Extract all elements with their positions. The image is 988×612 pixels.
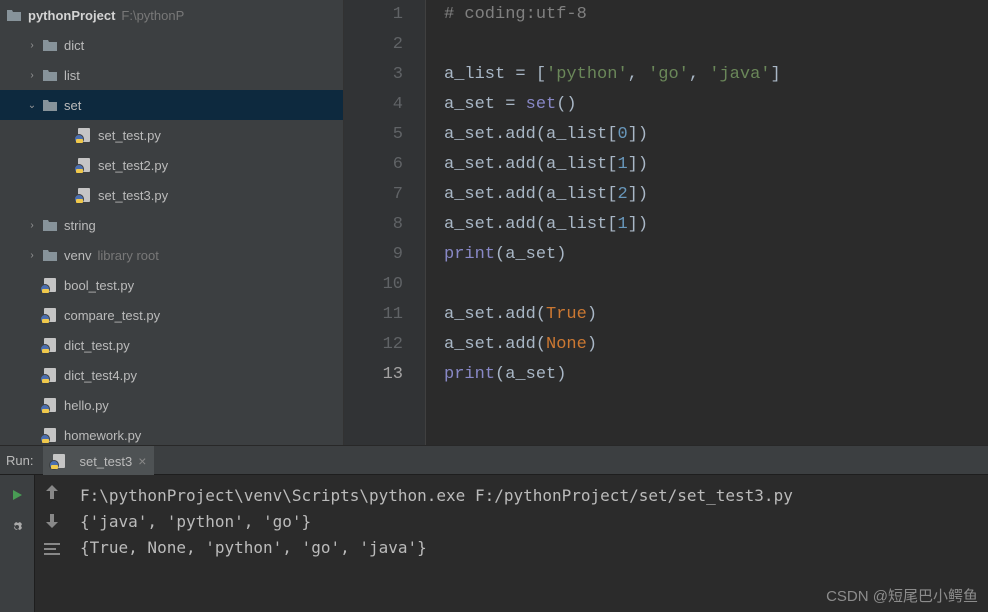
python-file-icon — [42, 397, 58, 413]
run-tab[interactable]: set_test3 × — [43, 446, 154, 475]
code-line[interactable]: a_list = ['python', 'go', 'java'] — [444, 60, 781, 90]
project-tree[interactable]: pythonProject F:\pythonP › dict › list ⌄ set s… — [0, 0, 344, 445]
line-number: 10 — [344, 270, 403, 300]
tree-item-label: venv — [64, 248, 91, 263]
python-file-icon — [76, 127, 92, 143]
run-toolbar-left — [0, 475, 34, 612]
project-path: F:\pythonP — [121, 8, 184, 23]
scroll-down-button[interactable] — [46, 514, 58, 531]
project-name: pythonProject — [28, 8, 115, 23]
folder-icon — [42, 217, 58, 233]
line-number: 8 — [344, 210, 403, 240]
code-line[interactable]: print(a_set) — [444, 240, 781, 270]
chevron-right-icon[interactable]: › — [24, 67, 40, 83]
tree-item-label: dict — [64, 38, 84, 53]
folder-icon — [42, 37, 58, 53]
python-file-icon — [42, 277, 58, 293]
python-file-icon — [42, 367, 58, 383]
chevron-right-icon[interactable]: › — [24, 37, 40, 53]
code-line[interactable]: a_set.add(a_list[1]) — [444, 150, 781, 180]
run-label: Run: — [0, 453, 43, 468]
code-line[interactable]: print(a_set) — [444, 360, 781, 390]
line-number: 4 — [344, 90, 403, 120]
tree-file[interactable]: homework.py — [0, 420, 343, 445]
folder-icon — [6, 7, 22, 23]
run-tabs: Run: set_test3 × — [0, 446, 988, 475]
rerun-button[interactable] — [7, 485, 27, 505]
line-number: 9 — [344, 240, 403, 270]
tree-folder[interactable]: › venv library root — [0, 240, 343, 270]
chevron-down-icon[interactable]: ⌄ — [24, 97, 40, 113]
tree-item-label: dict_test.py — [64, 338, 130, 353]
tree-file[interactable]: compare_test.py — [0, 300, 343, 330]
tree-item-label: string — [64, 218, 96, 233]
line-number: 3 — [344, 60, 403, 90]
console-line: {'java', 'python', 'go'} — [80, 509, 976, 535]
line-number: 11 — [344, 300, 403, 330]
code-line[interactable]: # coding:utf-8 — [444, 0, 781, 30]
gutter: 12345678910111213 — [344, 0, 426, 445]
python-file-icon — [76, 157, 92, 173]
line-number: 5 — [344, 120, 403, 150]
run-tab-label: set_test3 — [79, 454, 132, 469]
code-line[interactable] — [444, 30, 781, 60]
chevron-right-icon[interactable]: › — [24, 217, 40, 233]
folder-icon — [42, 247, 58, 263]
tree-folder[interactable]: › list — [0, 60, 343, 90]
tree-folder[interactable]: › dict — [0, 30, 343, 60]
tree-item-label: set_test2.py — [98, 158, 168, 173]
settings-button[interactable] — [7, 517, 27, 537]
line-number: 6 — [344, 150, 403, 180]
line-number: 7 — [344, 180, 403, 210]
line-number: 2 — [344, 30, 403, 60]
folder-icon — [42, 97, 58, 113]
code-line[interactable]: a_set.add(a_list[0]) — [444, 120, 781, 150]
tree-item-label: list — [64, 68, 80, 83]
tree-file[interactable]: dict_test4.py — [0, 360, 343, 390]
code-line[interactable] — [444, 270, 781, 300]
run-toolbar-output — [34, 475, 68, 612]
tree-item-label: compare_test.py — [64, 308, 160, 323]
folder-icon — [42, 67, 58, 83]
python-file-icon — [42, 337, 58, 353]
tree-item-label: set_test3.py — [98, 188, 168, 203]
tree-file[interactable]: set_test2.py — [0, 150, 343, 180]
python-file-icon — [42, 427, 58, 443]
code-line[interactable]: a_set.add(None) — [444, 330, 781, 360]
code-line[interactable]: a_set.add(a_list[1]) — [444, 210, 781, 240]
code-line[interactable]: a_set.add(True) — [444, 300, 781, 330]
code-editor[interactable]: 12345678910111213 # coding:utf-8a_list =… — [344, 0, 988, 445]
tree-item-label: bool_test.py — [64, 278, 134, 293]
tree-item-label: set_test.py — [98, 128, 161, 143]
code-line[interactable]: a_set = set() — [444, 90, 781, 120]
line-number: 13 — [344, 360, 403, 390]
tree-file[interactable]: bool_test.py — [0, 270, 343, 300]
tree-item-label: homework.py — [64, 428, 141, 443]
python-file-icon — [51, 453, 67, 469]
tree-file[interactable]: set_test.py — [0, 120, 343, 150]
project-root[interactable]: pythonProject F:\pythonP — [0, 0, 343, 30]
tree-folder[interactable]: ⌄ set — [0, 90, 343, 120]
close-icon[interactable]: × — [138, 453, 146, 469]
tree-file[interactable]: set_test3.py — [0, 180, 343, 210]
code-line[interactable]: a_set.add(a_list[2]) — [444, 180, 781, 210]
tree-item-label: dict_test4.py — [64, 368, 137, 383]
python-file-icon — [76, 187, 92, 203]
tree-folder[interactable]: › string — [0, 210, 343, 240]
scroll-up-button[interactable] — [46, 485, 58, 502]
console-line: {True, None, 'python', 'go', 'java'} — [80, 535, 976, 561]
soft-wrap-button[interactable] — [44, 543, 60, 558]
tree-file[interactable]: hello.py — [0, 390, 343, 420]
code-area[interactable]: # coding:utf-8 a_list = ['python', 'go', … — [426, 0, 781, 445]
line-number: 12 — [344, 330, 403, 360]
tree-file[interactable]: dict_test.py — [0, 330, 343, 360]
watermark: CSDN @短尾巴小鳄鱼 — [826, 585, 978, 606]
console-line: F:\pythonProject\venv\Scripts\python.exe… — [80, 483, 976, 509]
tree-item-hint: library root — [97, 248, 158, 263]
python-file-icon — [42, 307, 58, 323]
line-number: 1 — [344, 0, 403, 30]
tree-item-label: hello.py — [64, 398, 109, 413]
chevron-right-icon[interactable]: › — [24, 247, 40, 263]
tree-item-label: set — [64, 98, 81, 113]
